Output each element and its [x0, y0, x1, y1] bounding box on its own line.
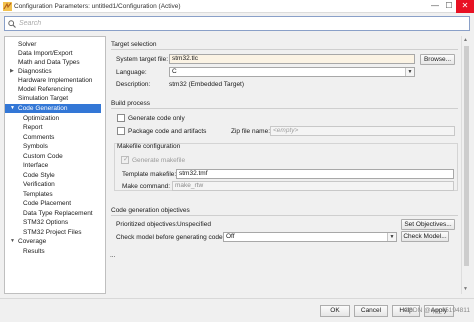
search-icon	[8, 20, 16, 28]
scroll-up-icon[interactable]: ▲	[463, 37, 468, 43]
tree-item-diagnostics[interactable]: Diagnostics	[18, 67, 55, 76]
generate-code-only-checkbox[interactable]	[117, 114, 125, 122]
watermark-text: CSDN @qq_45194811	[403, 307, 470, 314]
zip-file-name-label: Zip file name:	[231, 128, 271, 135]
more-indicator: ...	[110, 252, 116, 259]
prioritized-objectives-label: Prioritized objectives:	[116, 221, 178, 228]
language-select[interactable]: C ▼	[169, 67, 415, 77]
vertical-scrollbar[interactable]: ▲ ▼	[461, 36, 470, 294]
tree-item-stm32-project-files[interactable]: STM32 Project Files	[23, 228, 85, 237]
tree-item-custom-code[interactable]: Custom Code	[23, 152, 66, 161]
cancel-button[interactable]: Cancel	[354, 305, 388, 317]
tree-item-code-placement[interactable]: Code Placement	[23, 199, 74, 208]
package-code-checkbox[interactable]	[117, 127, 125, 135]
check-model-label: Check model before generating code:	[116, 234, 225, 241]
set-objectives-button[interactable]: Set Objectives...	[401, 219, 455, 230]
expand-arrow-icon[interactable]: ▶	[10, 67, 14, 76]
tree-item-simulation-target[interactable]: Simulation Target	[18, 94, 71, 103]
tree-item-code-style[interactable]: Code Style	[23, 171, 58, 180]
generate-makefile-label: Generate makefile	[132, 157, 186, 164]
title-bar: Configuration Parameters: untitled1/Conf…	[0, 0, 474, 13]
language-value: C	[172, 68, 177, 75]
tree-item-coverage[interactable]: Coverage	[18, 237, 49, 246]
template-makefile-label: Template makefile:	[122, 171, 177, 178]
tree-item-comments[interactable]: Comments	[23, 133, 57, 142]
collapse-arrow-icon[interactable]: ▼	[10, 237, 15, 246]
chevron-down-icon: ▼	[405, 68, 414, 76]
package-code-label: Package code and artifacts	[128, 128, 207, 135]
search-bar	[4, 16, 470, 31]
tree-item-interface[interactable]: Interface	[23, 161, 51, 170]
tree-item-data-import-export[interactable]: Data Import/Export	[18, 49, 76, 58]
simulink-icon	[3, 2, 12, 11]
prioritized-objectives-value: Unspecified	[177, 221, 211, 228]
system-target-file-label: System target file:	[116, 56, 169, 63]
category-tree: Solver Data Import/Export Math and Data …	[4, 36, 106, 294]
tree-item-data-type-replacement[interactable]: Data Type Replacement	[23, 209, 96, 218]
tree-item-math-data-types[interactable]: Math and Data Types	[18, 58, 83, 67]
check-model-value: Off	[226, 233, 235, 240]
tree-item-templates[interactable]: Templates	[23, 190, 56, 199]
tree-item-stm32-options[interactable]: STM32 Options	[23, 218, 71, 227]
window-title: Configuration Parameters: untitled1/Conf…	[14, 3, 181, 10]
language-label: Language:	[116, 69, 147, 76]
description-label: Description:	[116, 81, 151, 88]
zip-file-name-field: <empty>	[270, 126, 455, 136]
minimize-button[interactable]: —	[428, 0, 442, 13]
tree-item-results[interactable]: Results	[23, 247, 48, 256]
section-heading-build-process: Build process	[111, 100, 151, 107]
chevron-down-icon: ▼	[387, 233, 396, 241]
tree-item-code-generation-label: Code Generation	[18, 105, 68, 112]
description-value: stm32 (Embedded Target)	[169, 81, 245, 88]
browse-button[interactable]: Browse...	[420, 54, 455, 65]
close-button[interactable]: ✕	[456, 0, 474, 13]
section-heading-target-selection: Target selection	[111, 41, 157, 48]
tree-item-code-generation[interactable]: ▼ Code Generation	[5, 104, 101, 113]
system-target-file-field[interactable]: stm32.tlc	[169, 54, 415, 64]
section-divider	[111, 49, 458, 50]
tree-item-symbols[interactable]: Symbols	[23, 142, 51, 151]
tree-item-optimization[interactable]: Optimization	[23, 114, 62, 123]
section-divider	[111, 215, 458, 216]
tree-item-report[interactable]: Report	[23, 123, 46, 132]
collapse-arrow-icon[interactable]: ▼	[10, 104, 15, 113]
search-input[interactable]	[19, 18, 459, 29]
tree-item-verification[interactable]: Verification	[23, 180, 58, 189]
template-makefile-field[interactable]: stm32.tmf	[176, 169, 454, 179]
section-divider	[111, 108, 458, 109]
generate-code-only-label: Generate code only	[128, 115, 185, 122]
scrollbar-thumb[interactable]	[464, 46, 469, 266]
make-command-label: Make command:	[122, 183, 171, 190]
makefile-configuration-heading: Makefile configuration	[117, 143, 181, 150]
tree-item-hardware-implementation[interactable]: Hardware Implementation	[18, 76, 95, 85]
generate-makefile-checkbox	[121, 155, 129, 164]
scroll-down-icon[interactable]: ▼	[463, 286, 468, 292]
ok-button[interactable]: OK	[320, 305, 350, 317]
section-heading-objectives: Code generation objectives	[111, 207, 190, 214]
tree-item-solver[interactable]: Solver	[18, 40, 39, 49]
maximize-button[interactable]: ☐	[442, 0, 456, 13]
make-command-field: make_rtw	[172, 181, 454, 191]
tree-item-model-referencing[interactable]: Model Referencing	[18, 85, 76, 94]
check-model-button[interactable]: Check Model...	[401, 231, 449, 242]
check-model-select[interactable]: Off ▼	[223, 232, 397, 242]
